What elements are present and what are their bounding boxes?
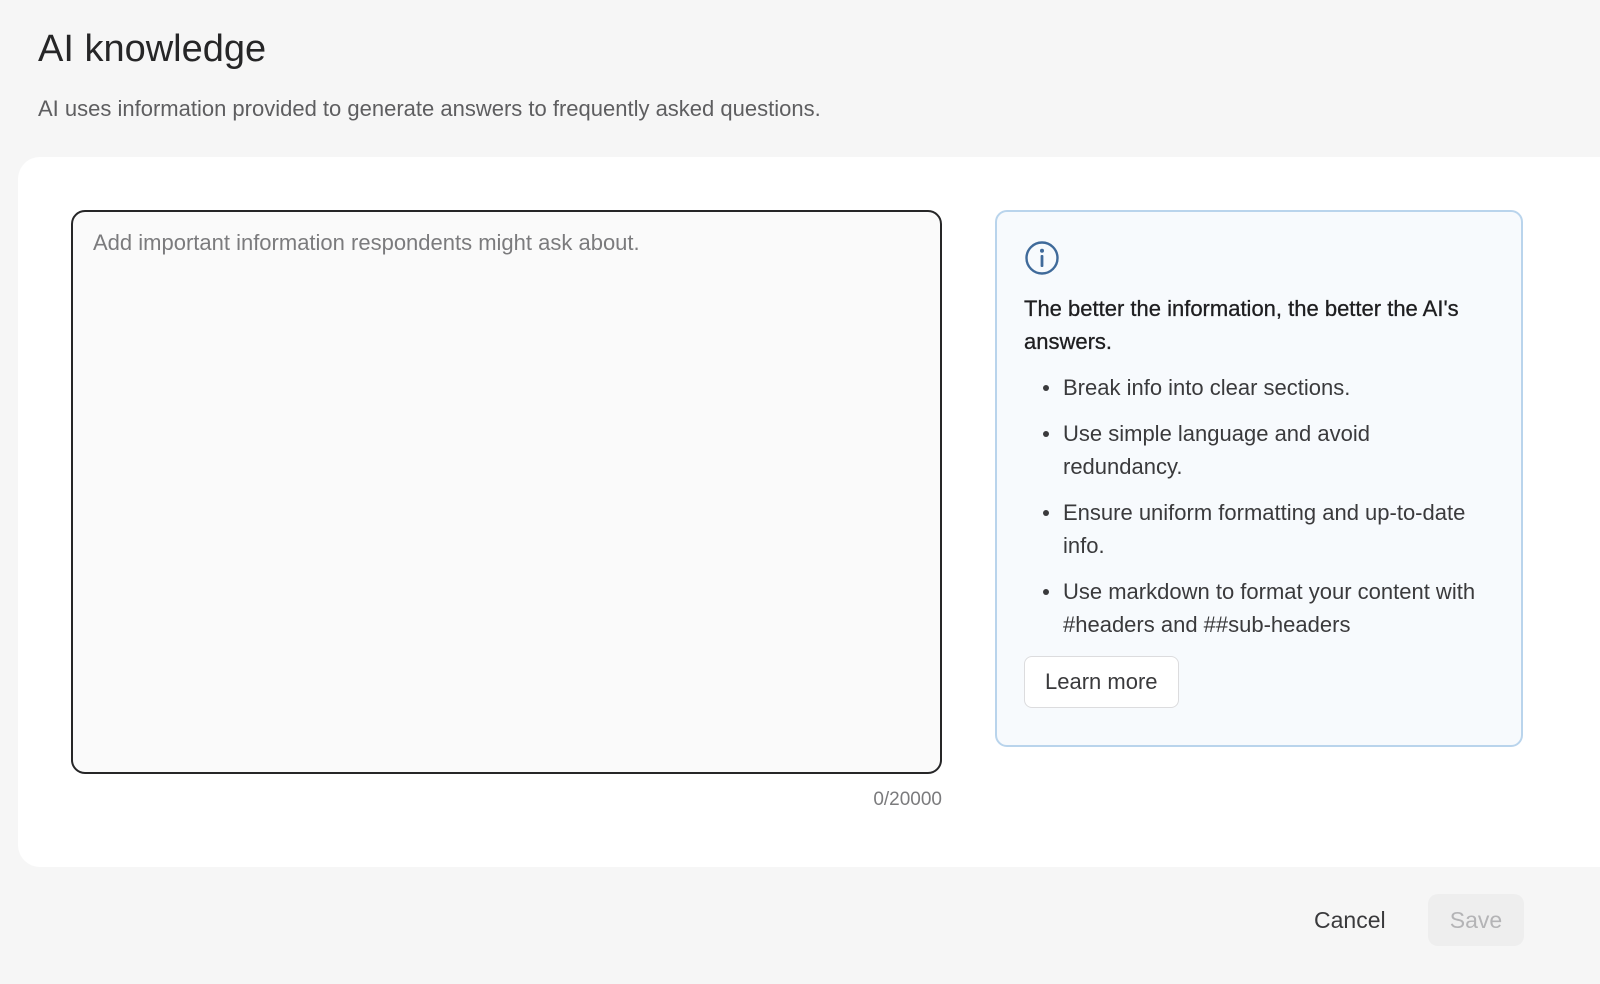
learn-more-button[interactable]: Learn more [1024,656,1179,708]
info-icon [1025,241,1059,275]
tip-item: Use markdown to format your content with… [1043,575,1493,641]
info-heading: The better the information, the better t… [1024,296,1459,354]
page-subtitle: AI uses information provided to generate… [38,96,821,121]
cancel-button[interactable]: Cancel [1296,894,1404,946]
character-counter: 0/20000 [873,789,942,810]
tip-item: Break info into clear sections. [1043,371,1493,404]
tip-item: Use simple language and avoid redundancy… [1043,417,1493,483]
knowledge-textarea[interactable] [71,210,942,774]
page-title: AI knowledge [38,28,267,70]
tip-item: Ensure uniform formatting and up-to-date… [1043,496,1493,562]
info-panel: The better the information, the better t… [995,210,1523,747]
save-button[interactable]: Save [1428,894,1524,946]
tips-list: Break info into clear sections. Use simp… [1024,371,1493,641]
knowledge-card: 0/20000 The better the information, the … [18,157,1600,867]
